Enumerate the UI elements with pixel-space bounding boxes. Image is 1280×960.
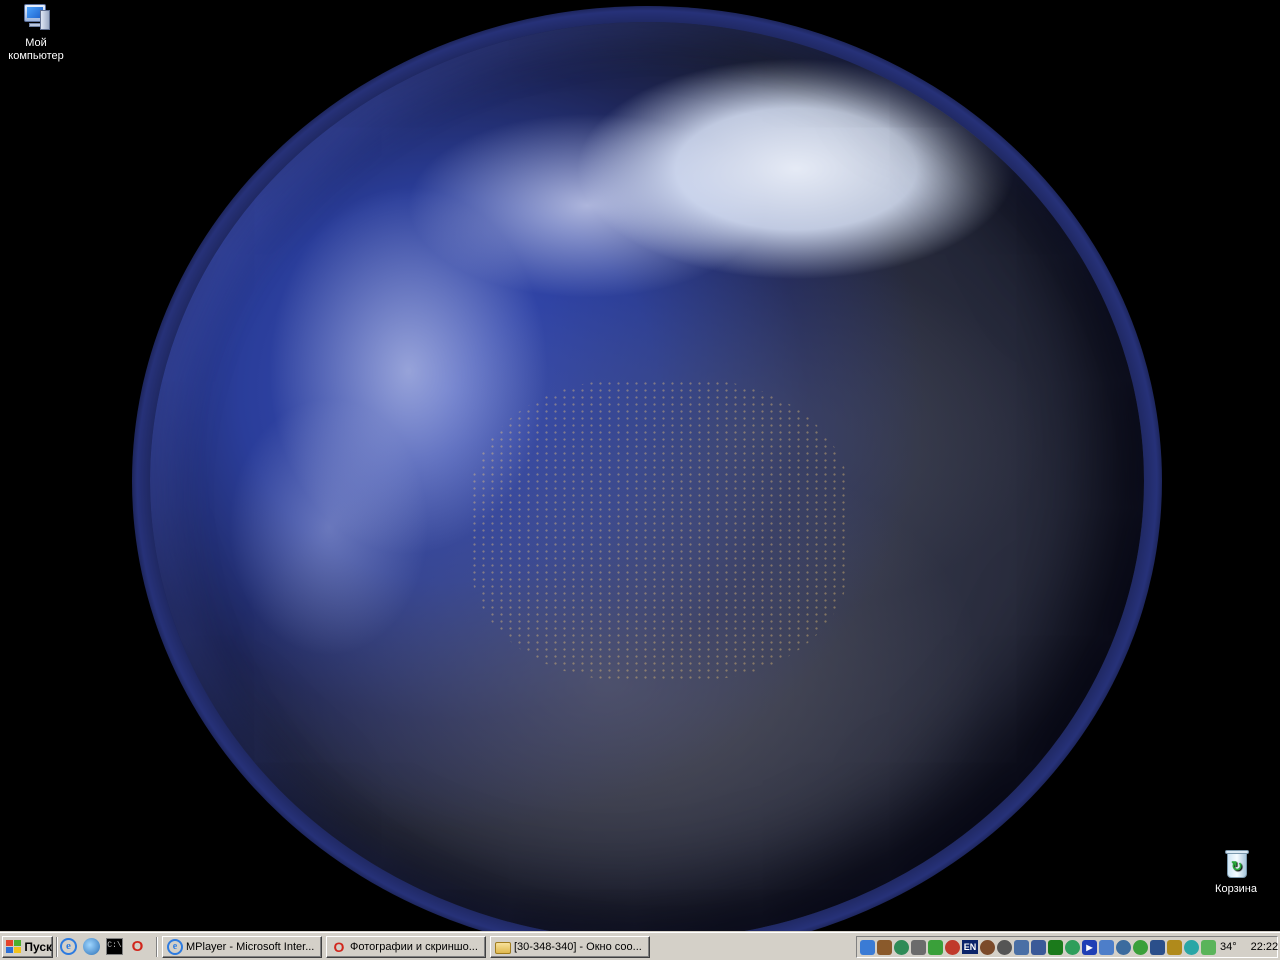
tray-icons: EN ▶ [860, 939, 1216, 955]
start-button[interactable]: Пуск [2, 936, 53, 958]
windows-logo-icon [6, 940, 21, 954]
monitor-icon[interactable] [1014, 939, 1029, 955]
task-button-label: Фотографии и скриншо... [350, 941, 478, 953]
internet-explorer-icon[interactable]: e [60, 938, 77, 955]
globe-icon[interactable] [894, 939, 909, 955]
taskbar-separator [156, 937, 158, 957]
my-computer-icon [20, 2, 52, 34]
desktop-icon-my-computer[interactable]: Мой компьютер [0, 2, 74, 63]
start-label: Пуск [24, 940, 52, 954]
tools-icon[interactable] [877, 939, 892, 955]
user-icon[interactable] [1065, 939, 1080, 955]
quick-launch: e C:\ O [60, 938, 146, 956]
shield-icon[interactable] [1116, 939, 1131, 955]
task-button-photos[interactable]: O Фотографии и скриншо... [326, 936, 486, 958]
media-player-icon[interactable] [83, 938, 100, 955]
opera-icon[interactable]: O [129, 938, 146, 955]
network-icon[interactable] [860, 939, 875, 955]
chip-icon[interactable] [1048, 939, 1063, 955]
wrench-icon[interactable] [911, 939, 926, 955]
city-lights [470, 380, 850, 680]
messenger-icon[interactable] [1133, 939, 1148, 955]
system-tray: EN ▶ 34° 22:22 [856, 936, 1278, 958]
play-icon[interactable]: ▶ [1082, 939, 1097, 955]
desktop: Мой компьютер ↻ Корзина [0, 0, 1280, 932]
task-button-mplayer[interactable]: e MPlayer - Microsoft Inter... [162, 936, 322, 958]
clock[interactable]: 22:22 [1251, 941, 1279, 953]
printer-icon[interactable] [1031, 939, 1046, 955]
task-button-message-window[interactable]: [30-348-340] - Окно соо... [490, 936, 650, 958]
sync-icon[interactable] [997, 939, 1012, 955]
taskbar-separator [56, 937, 58, 957]
temperature-readout[interactable]: 34° [1220, 941, 1237, 953]
torrent-icon[interactable] [1167, 939, 1182, 955]
antivirus-icon[interactable] [945, 939, 960, 955]
desktop-icon-recycle-bin[interactable]: ↻ Корзина [1198, 848, 1274, 896]
desktop-icon-label: Мой компьютер [8, 37, 64, 62]
weather-icon[interactable] [1201, 939, 1216, 955]
refresh-icon[interactable] [1184, 939, 1199, 955]
internet-explorer-icon: e [167, 939, 183, 955]
opera-icon: O [333, 939, 345, 955]
taskbar: Пуск e C:\ O e MPlayer - Microsoft Inter… [0, 932, 1280, 960]
recycle-bin-icon: ↻ [1220, 848, 1252, 880]
command-prompt-icon[interactable]: C:\ [106, 938, 123, 955]
battery-icon[interactable] [1150, 939, 1165, 955]
desktop-icon-label: Корзина [1215, 883, 1257, 895]
window-icon[interactable] [1099, 939, 1114, 955]
task-button-label: MPlayer - Microsoft Inter... [186, 941, 315, 953]
folder-icon [495, 942, 511, 954]
puzzle-icon[interactable] [928, 939, 943, 955]
language-indicator[interactable]: EN [962, 940, 978, 954]
task-button-label: [30-348-340] - Окно соо... [514, 941, 642, 953]
disk-icon[interactable] [980, 939, 995, 955]
